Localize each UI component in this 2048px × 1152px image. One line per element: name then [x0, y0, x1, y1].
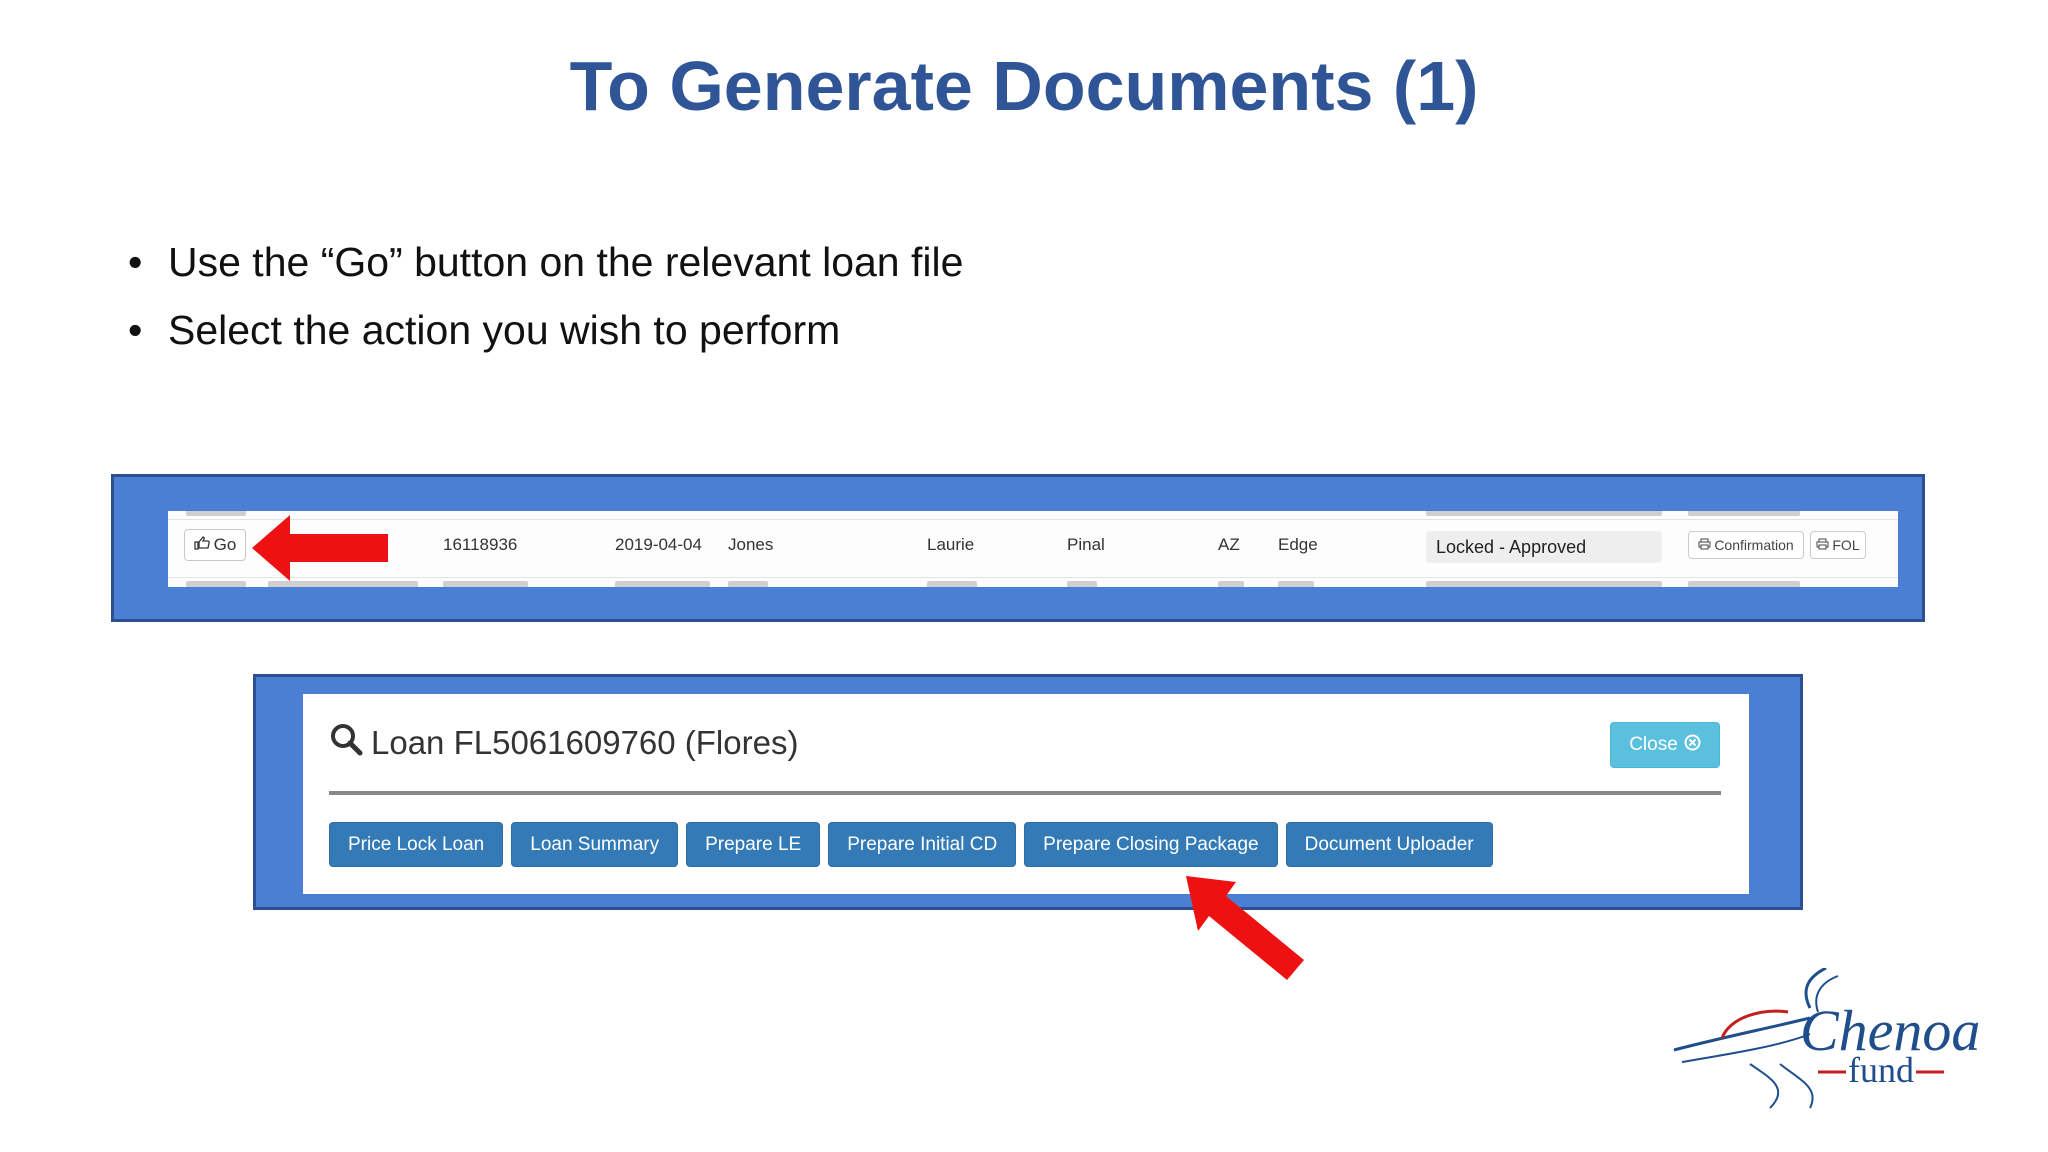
- go-button[interactable]: Go: [184, 529, 246, 561]
- chenoa-fund-logo: Chenoa fund: [1660, 966, 2000, 1125]
- close-circle-icon: [1684, 734, 1701, 757]
- red-arrow-diagonal-icon: [1186, 876, 1304, 980]
- status-badge: Locked - Approved: [1426, 531, 1662, 563]
- logo-text-bottom: fund: [1848, 1050, 1914, 1090]
- date-cell: 2019-04-04: [615, 535, 702, 554]
- loan-modal: Loan FL5061609760 (Flores) Close Price L…: [303, 694, 1749, 894]
- price-lock-loan-button[interactable]: Price Lock Loan: [329, 822, 504, 867]
- close-button-label: Close: [1629, 734, 1678, 755]
- loan-table: Go 16118936 2019-04-04 Jones Laurie Pina…: [168, 511, 1898, 587]
- fol-label: FOL: [1832, 537, 1860, 553]
- loan-number-cell: 16118936: [443, 535, 518, 554]
- product-cell: Edge: [1278, 535, 1318, 554]
- first-name-cell: Laurie: [927, 535, 975, 554]
- bullet-list: Use the “Go” button on the relevant loan…: [128, 228, 963, 364]
- status-text: Locked - Approved: [1436, 536, 1587, 557]
- prepare-closing-package-button[interactable]: Prepare Closing Package: [1024, 822, 1278, 867]
- document-uploader-button[interactable]: Document Uploader: [1285, 822, 1493, 867]
- table-row: [168, 581, 1898, 587]
- print-icon: [1816, 537, 1829, 553]
- bullet-item: Select the action you wish to perform: [128, 296, 963, 364]
- close-button[interactable]: Close: [1610, 722, 1720, 768]
- confirmation-button[interactable]: Confirmation: [1688, 531, 1804, 559]
- modal-header: Loan FL5061609760 (Flores): [329, 722, 798, 764]
- slide-title: To Generate Documents (1): [569, 47, 1479, 125]
- fol-button[interactable]: FOL: [1810, 531, 1866, 559]
- confirmation-label: Confirmation: [1714, 537, 1794, 553]
- red-arrow-left-icon: [252, 515, 388, 581]
- go-button-label: Go: [213, 535, 237, 554]
- last-name-cell: Jones: [728, 535, 774, 554]
- bullet-item: Use the “Go” button on the relevant loan…: [128, 228, 963, 296]
- action-bar: Price Lock Loan Loan Summary Prepare LE …: [329, 822, 1493, 867]
- hand-point-icon: [194, 535, 210, 555]
- loan-summary-button[interactable]: Loan Summary: [511, 822, 679, 867]
- prepare-le-button[interactable]: Prepare LE: [686, 822, 821, 867]
- county-cell: Pinal: [1067, 535, 1105, 554]
- print-icon: [1698, 537, 1711, 553]
- search-icon: [329, 722, 363, 764]
- row-divider: [168, 577, 1898, 578]
- prepare-initial-cd-button[interactable]: Prepare Initial CD: [828, 822, 1017, 867]
- modal-divider: [329, 791, 1721, 795]
- modal-title: Loan FL5061609760 (Flores): [371, 724, 799, 761]
- row-divider: [168, 519, 1898, 520]
- state-cell: AZ: [1218, 535, 1240, 554]
- loan-modal-panel: Loan FL5061609760 (Flores) Close Price L…: [253, 674, 1803, 910]
